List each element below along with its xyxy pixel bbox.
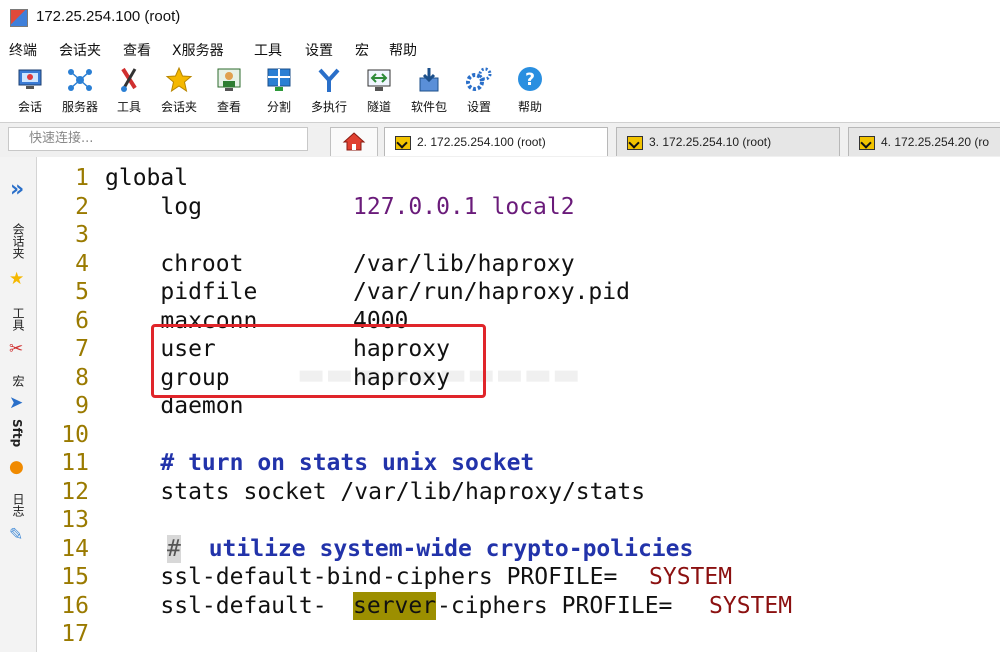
tab-bar: 快速连接... 2. 172.25.254.100 (root) 3. 172.… — [0, 122, 1000, 158]
mobaxterm-app-icon — [10, 9, 28, 27]
sidebar-sessions-tab[interactable]: 会话夹 — [10, 223, 27, 259]
menu-tools[interactable]: 工具 — [254, 40, 282, 60]
sidebar-logs-tab[interactable]: 日志 — [10, 493, 27, 517]
menu-help[interactable]: 帮助 — [389, 40, 417, 60]
menu-settings[interactable]: 设置 — [305, 40, 333, 60]
svg-text:?: ? — [525, 70, 535, 90]
menu-terminal[interactable]: 终端 — [9, 40, 37, 60]
split-icon — [267, 68, 291, 91]
tab-label: 3. 172.25.254.10 (root) — [649, 135, 772, 149]
tab-label: 2. 172.25.254.100 (root) — [417, 135, 546, 149]
code-line: 17 — [61, 621, 89, 647]
favorites-button[interactable]: 会话夹 — [154, 64, 204, 122]
sidebar-macros-tab[interactable]: 宏 — [10, 375, 27, 387]
expand-sidebar-icon[interactable]: » — [10, 177, 24, 202]
tools-icon: ✂ — [9, 339, 24, 359]
settings-button[interactable]: 设置 — [454, 64, 504, 122]
terminal-tab-icon — [395, 135, 411, 150]
tab-label: 4. 172.25.254.20 (ro — [881, 135, 990, 149]
toolbar: 会话 服务器 工具 会话夹 查看 分割 多执行 隧道 软件包 设置 ? 帮助 — [0, 64, 1000, 122]
star-icon: ★ — [9, 269, 25, 289]
settings-icon — [466, 67, 492, 91]
multiexec-icon — [318, 68, 340, 92]
code-line: 1 global — [75, 165, 189, 191]
sftp-globe-icon: ● — [9, 457, 24, 477]
code-line: 11 # turn on stats unix socket — [61, 450, 535, 476]
code-line: 16 ssl-default-server -ciphers PROFILE= SY… — [61, 591, 793, 620]
code-line: 15 ssl-default-bind-ciphers PROFILE= SYST… — [61, 564, 733, 590]
tab-session-4[interactable]: 4. 172.25.254.20 (ro — [848, 127, 1000, 156]
code-line: 4 chroot/var/lib/haproxy — [75, 250, 575, 277]
menu-sessions[interactable]: 会话夹 — [59, 40, 101, 60]
terminal-tab-icon — [627, 135, 643, 150]
quick-connect-input[interactable]: 快速连接... — [8, 127, 308, 151]
tunnel-icon — [367, 69, 391, 91]
menu-macros[interactable]: 宏 — [355, 40, 369, 60]
star-icon — [165, 66, 193, 93]
code-line: 5 pidfile/var/run/haproxy.pid — [75, 279, 630, 305]
view-icon — [217, 68, 241, 91]
code-line: 3 — [75, 222, 89, 248]
session-button[interactable]: 会话 — [5, 64, 55, 122]
tunnel-button[interactable]: 隧道 — [354, 64, 404, 122]
code-line: 13 — [61, 507, 89, 533]
help-button[interactable]: ? 帮助 — [505, 64, 555, 122]
highlight-annotation-box — [151, 324, 486, 398]
menu-view[interactable]: 查看 — [123, 40, 151, 60]
session-icon — [18, 69, 42, 89]
left-sidebar: » 会话夹 ★ 工具 ✂ 宏 ➤ Sftp ● 日志 ✎ — [0, 157, 37, 652]
tab-session-3[interactable]: 3. 172.25.254.10 (root) — [616, 127, 840, 156]
code-line: 2 log 127.0.0.1 local2 — [75, 193, 575, 220]
cursor-hash: # — [167, 534, 181, 563]
search-highlight: server — [353, 591, 437, 620]
home-icon — [342, 132, 366, 151]
code-line: 10 — [61, 421, 89, 448]
terminal-tab-icon — [859, 135, 875, 150]
code-line: 12 stats socket /var/lib/haproxy/stats — [61, 478, 646, 505]
split-button[interactable]: 分割 — [254, 64, 304, 122]
home-tab[interactable] — [330, 127, 378, 156]
log-pencil-icon: ✎ — [9, 525, 24, 545]
sidebar-tools-tab[interactable]: 工具 — [10, 307, 27, 331]
tab-session-2[interactable]: 2. 172.25.254.100 (root) — [384, 127, 608, 156]
servers-icon — [68, 69, 92, 91]
servers-button[interactable]: 服务器 — [55, 64, 105, 122]
window-title: 172.25.254.100 (root) — [36, 8, 181, 25]
help-icon: ? — [518, 67, 542, 91]
multiexec-button[interactable]: 多执行 — [304, 64, 354, 122]
packages-icon — [419, 68, 439, 92]
view-button[interactable]: 查看 — [204, 64, 254, 122]
terminal-pane[interactable]: ▬▬▬▬▬▬▬▬▬▬ 1 global 2 log 127.0.0.1 local2… — [37, 157, 1000, 652]
menu-xserver[interactable]: X服务器 — [172, 40, 224, 60]
packages-button[interactable]: 软件包 — [404, 64, 454, 122]
code-line: 14 # utilize system-wide crypto-policies — [61, 534, 694, 563]
sidebar-sftp-tab[interactable]: Sftp — [10, 419, 24, 447]
send-icon: ➤ — [9, 393, 24, 413]
title-bar: 172.25.254.100 (root) — [0, 0, 1000, 36]
tools-button[interactable]: 工具 — [104, 64, 154, 122]
menu-bar: 终端 会话夹 查看 X服务器 工具 设置 宏 帮助 — [0, 38, 1000, 62]
tools-icon — [121, 67, 137, 92]
